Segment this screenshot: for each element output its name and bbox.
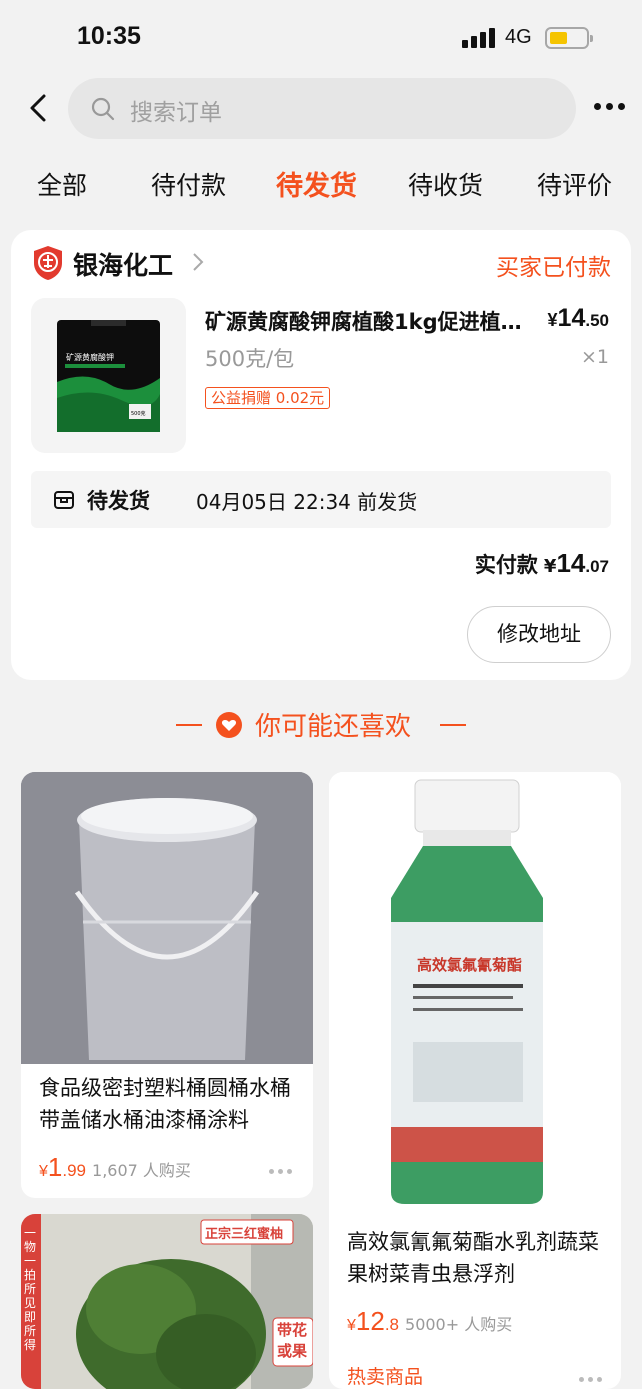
sold-count: 5000+ 人购买 <box>405 1315 513 1334</box>
modify-address-button[interactable]: 修改地址 <box>467 606 611 663</box>
shop-name[interactable]: 银海化工 <box>73 246 173 282</box>
order-status-text: 买家已付款 <box>496 255 611 281</box>
corner-tag: 带花或果 <box>277 1321 308 1360</box>
battery-icon <box>545 27 593 49</box>
heart-icon <box>216 712 242 738</box>
recommend-item[interactable]: 高效氯氟氰菊酯 高效氯氰氟菊酯水乳剂蔬菜果树菜青虫悬浮剂 ¥12.8 5000+ … <box>329 772 621 1389</box>
search-placeholder: 搜索订单 <box>130 100 222 126</box>
product-spec: 500克/包 <box>205 347 295 371</box>
package-box-icon <box>54 491 74 509</box>
chevron-right-icon[interactable] <box>189 250 207 274</box>
product-title[interactable]: 矿源黄腐酸钾腐植酸1kg促进植物生长 <box>205 306 525 336</box>
package-label: 矿源黄腐酸钾 <box>66 352 114 362</box>
tab-pending-shipment[interactable]: 待发货 <box>276 164 357 203</box>
cellular-signal-icon <box>462 28 496 48</box>
order-card[interactable]: 银海化工 买家已付款 矿源黄腐酸钾 500克 矿源黄腐酸钾腐植酸1kg促进植物生… <box>11 230 631 680</box>
more-options-icon[interactable] <box>269 1168 295 1176</box>
recommend-header: 你可能还喜欢 <box>0 700 642 750</box>
product-price: ¥14.50 <box>547 304 609 332</box>
tab-pending-review[interactable]: 待评价 <box>537 166 612 202</box>
tab-pending-receipt[interactable]: 待收货 <box>408 166 483 202</box>
shipping-status: 待发货 <box>87 489 150 513</box>
charity-badge: 公益捐赠 0.02元 <box>205 387 331 409</box>
recommend-title: 你可能还喜欢 <box>255 712 412 742</box>
product-image: 高效氯氟氰菊酯 <box>329 772 621 1212</box>
side-banner-text: 一物一拍所见即所得 <box>24 1226 37 1352</box>
product-image <box>21 772 313 1064</box>
bottle-label: 高效氯氟氰菊酯 <box>417 956 522 974</box>
back-arrow-icon[interactable] <box>24 92 56 124</box>
product-badge: 正宗三红蜜柚 <box>205 1227 284 1242</box>
order-status-tabs: 全部 待付款 待发货 待收货 待评价 <box>0 160 642 210</box>
more-options-icon[interactable] <box>592 100 626 114</box>
tab-pending-payment[interactable]: 待付款 <box>151 166 226 202</box>
network-type: 4G <box>505 26 532 48</box>
shop-logo-icon <box>34 246 62 280</box>
sold-count: 1,607 人购买 <box>92 1161 191 1180</box>
recommend-item[interactable]: 食品级密封塑料桶圆桶水桶带盖储水桶油漆桶涂料 ¥1.99 1,607 人购买 <box>21 772 313 1198</box>
actual-payment: 实付款 ¥14.07 <box>474 548 609 578</box>
recommend-item-title: 食品级密封塑料桶圆桶水桶带盖储水桶油漆桶涂料 <box>39 1076 291 1132</box>
tab-all[interactable]: 全部 <box>37 166 87 202</box>
more-options-icon[interactable] <box>579 1376 605 1384</box>
status-bar: 10:35 4G <box>0 0 642 72</box>
hot-tag: 热卖商品 <box>347 1366 424 1388</box>
package-weight: 500克 <box>131 411 146 417</box>
order-search-input[interactable]: 搜索订单 <box>68 78 576 139</box>
product-image[interactable]: 矿源黄腐酸钾 500克 <box>31 298 186 453</box>
shipping-deadline: 04月05日 22:34 前发货 <box>196 490 418 514</box>
recommend-item[interactable]: 正宗三红蜜柚 一物一拍所见即所得 带花或果 <box>21 1214 313 1389</box>
shipping-info-bar[interactable]: 待发货 04月05日 22:34 前发货 <box>31 471 611 528</box>
recommend-item-price: ¥1.99 1,607 人购买 <box>39 1152 191 1182</box>
status-time: 10:35 <box>77 22 141 50</box>
recommend-item-title: 高效氯氰氟菊酯水乳剂蔬菜果树菜青虫悬浮剂 <box>347 1230 599 1286</box>
recommend-item-price: ¥12.8 5000+ 人购买 <box>347 1306 513 1336</box>
search-icon <box>91 97 115 121</box>
product-quantity: ×1 <box>580 346 609 368</box>
